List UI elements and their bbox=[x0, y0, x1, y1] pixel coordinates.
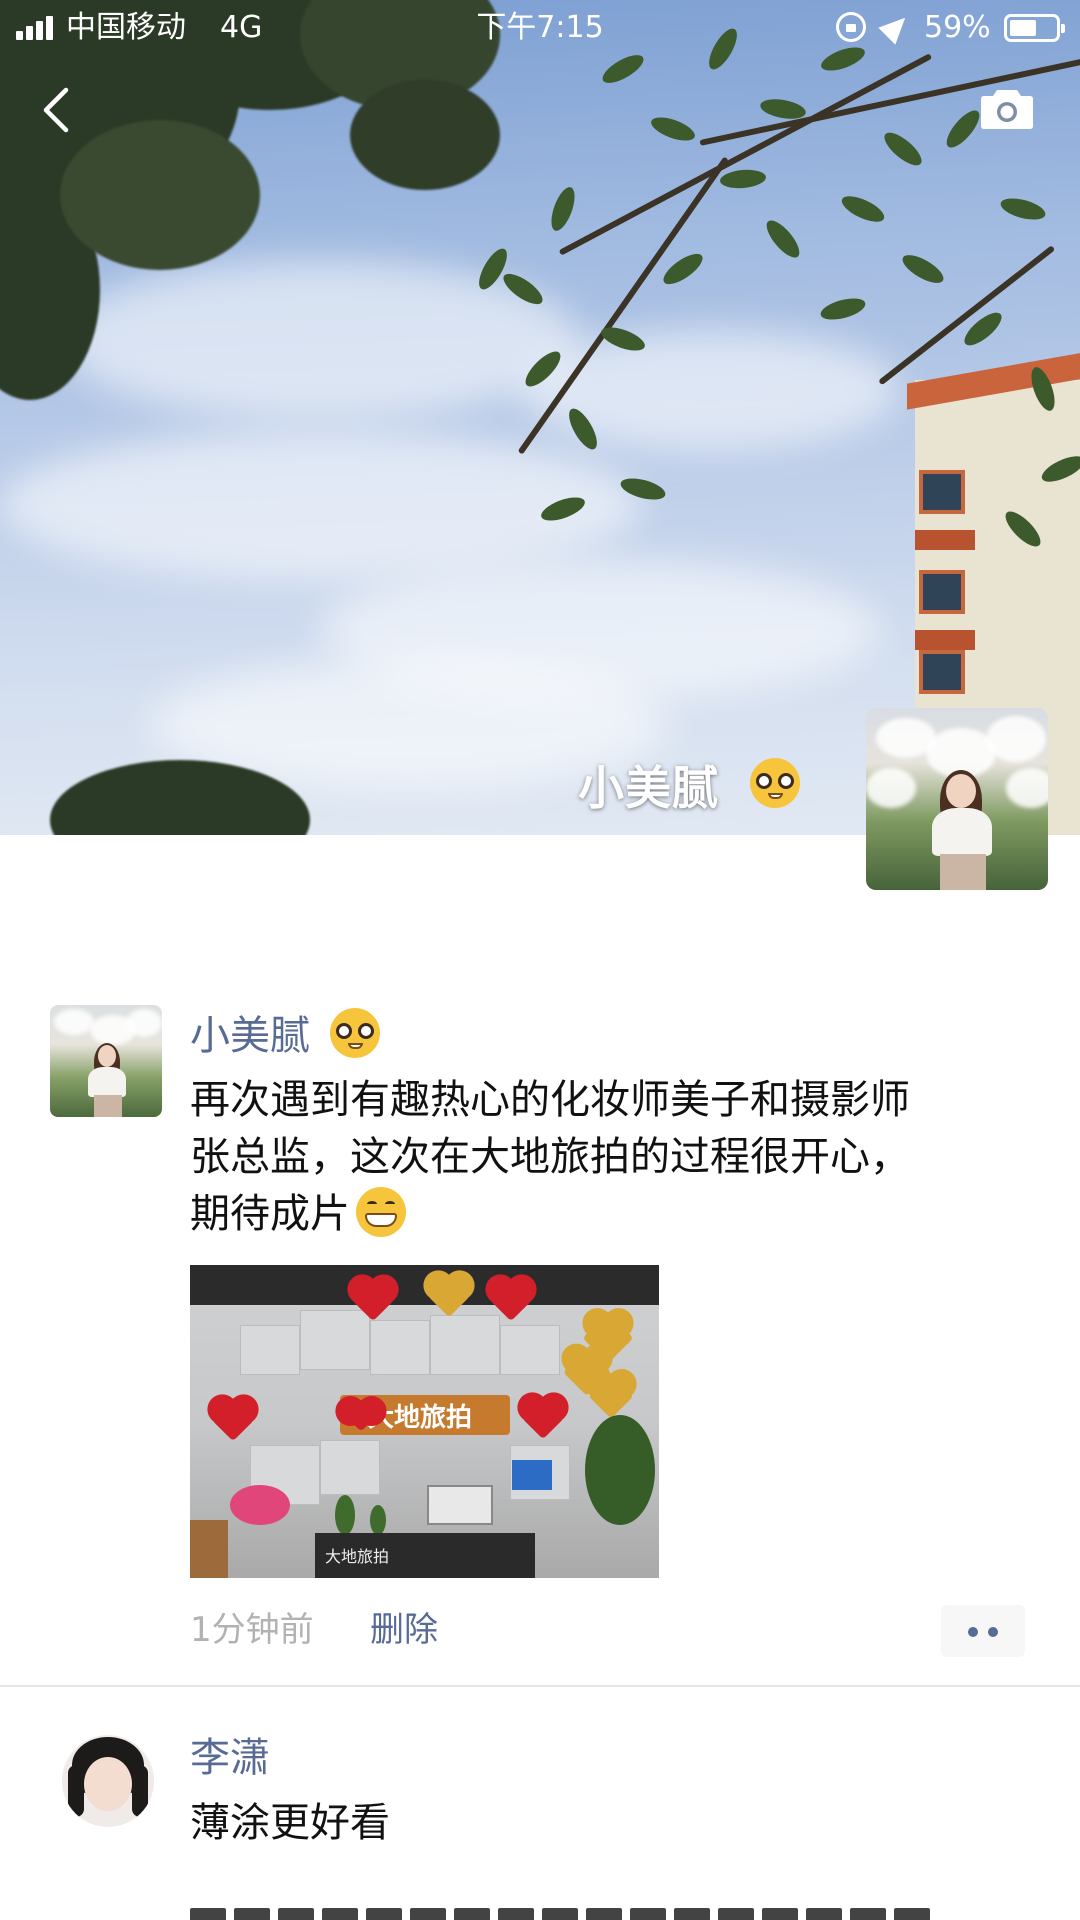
post-image[interactable]: 大地旅拍 大地旅拍 bbox=[190, 1265, 659, 1578]
profile-avatar[interactable] bbox=[866, 708, 1048, 890]
post-text-line: 薄涂更好看 bbox=[190, 1800, 390, 1846]
more-dots-button[interactable] bbox=[941, 1605, 1025, 1657]
back-button[interactable] bbox=[36, 82, 80, 138]
post-author-avatar[interactable] bbox=[62, 1735, 154, 1827]
post-text-line: 期待成片 bbox=[190, 1186, 1040, 1243]
camera-icon bbox=[981, 90, 1033, 129]
post-divider bbox=[0, 1685, 1080, 1687]
cover-display-name: 小美腻 bbox=[578, 761, 719, 815]
nerd-face-emoji-icon bbox=[330, 1008, 380, 1058]
cover-tree bbox=[60, 120, 260, 270]
battery-icon bbox=[1004, 14, 1065, 42]
post-time: 1分钟前 bbox=[190, 1610, 314, 1650]
post-text-line: 再次遇到有趣热心的化妆师美子和摄影师 bbox=[190, 1077, 910, 1123]
battery-percent: 59% bbox=[924, 10, 991, 45]
status-bar: 中国移动 4G 下午7:15 59% bbox=[0, 0, 1080, 56]
post-author-name[interactable]: 小美腻 bbox=[190, 1010, 310, 1062]
more-dots-icon bbox=[968, 1627, 978, 1637]
partial-text-line bbox=[190, 1908, 1010, 1920]
cover-cloud bbox=[60, 260, 580, 420]
camera-button[interactable] bbox=[980, 86, 1034, 130]
cover-cloud bbox=[0, 430, 640, 580]
grinning-face-emoji-icon bbox=[356, 1187, 406, 1237]
post-text: 薄涂更好看 bbox=[190, 1795, 1040, 1852]
cover-tree bbox=[350, 80, 500, 190]
post-author-avatar[interactable] bbox=[50, 1005, 162, 1117]
post-author-name[interactable]: 李潇 bbox=[190, 1732, 270, 1784]
delete-button[interactable]: 删除 bbox=[370, 1608, 438, 1652]
nerd-face-emoji-icon bbox=[750, 758, 800, 808]
rotation-lock-icon bbox=[836, 12, 866, 42]
chevron-left-icon bbox=[43, 87, 69, 133]
reception-desk: 大地旅拍 bbox=[315, 1533, 535, 1578]
post-text: 再次遇到有趣热心的化妆师美子和摄影师 张总监，这次在大地旅拍的过程很开心， 期待… bbox=[190, 1072, 1040, 1243]
post-text-line: 张总监，这次在大地旅拍的过程很开心， bbox=[190, 1134, 910, 1180]
status-time: 下午7:15 bbox=[476, 10, 604, 45]
